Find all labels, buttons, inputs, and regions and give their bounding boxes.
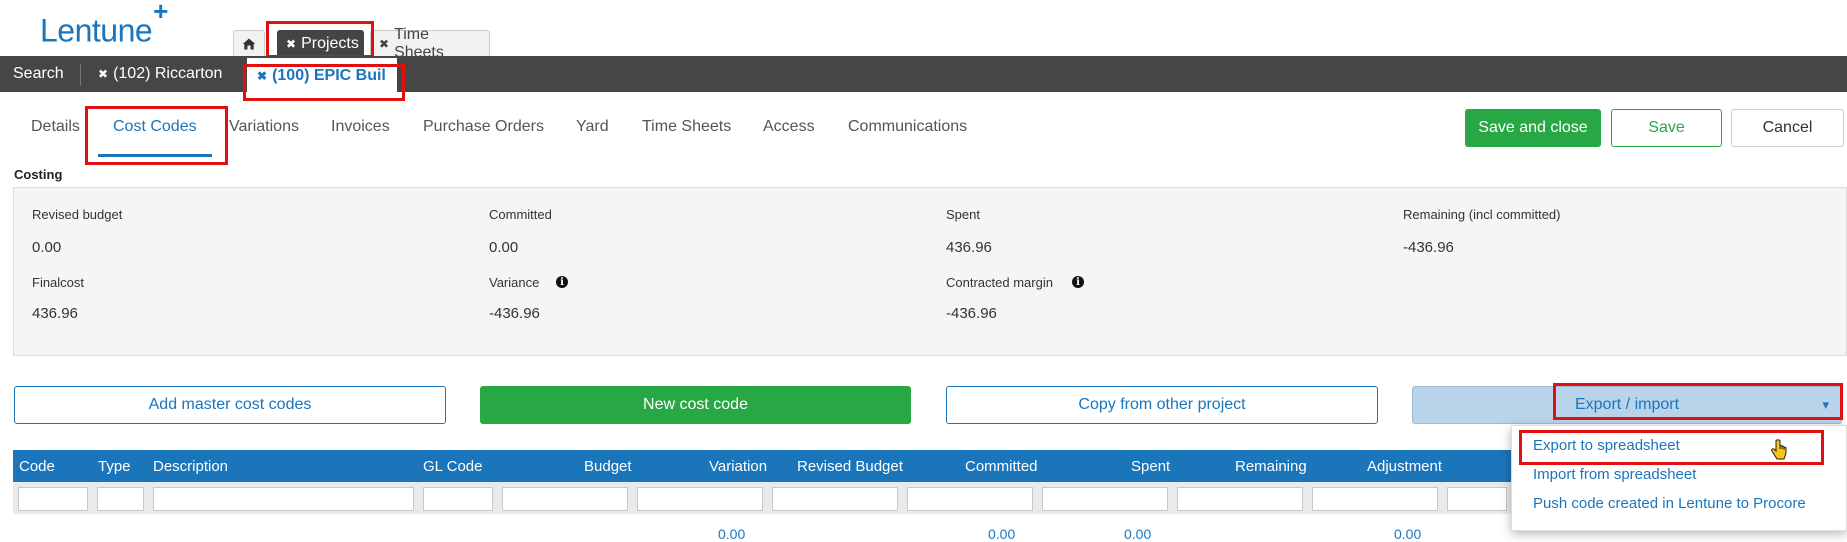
col-gl-code[interactable]: GL Code [423,450,482,482]
revised-budget-value: 0.00 [32,239,62,256]
caret-down-icon: ▾ [1822,397,1829,412]
contracted-margin-value: -436.96 [946,305,997,322]
col-remaining[interactable]: Remaining [1235,450,1307,482]
tab-invoices[interactable]: Invoices [331,118,390,136]
filter-revised-budget-input[interactable] [772,487,898,511]
close-icon[interactable]: ✖ [379,37,389,51]
filter-type-input[interactable] [97,487,144,511]
export-to-spreadsheet-item[interactable]: Export to spreadsheet [1533,437,1680,454]
committed-label: Committed [489,207,552,222]
home-icon [242,38,256,49]
col-description[interactable]: Description [153,450,228,482]
home-tab[interactable] [233,30,265,56]
filter-adjustment-input[interactable] [1312,487,1438,511]
filter-remaining-input[interactable] [1177,487,1303,511]
tab-projects[interactable]: ✖ Projects [277,30,364,56]
col-code[interactable]: Code [19,450,55,482]
tab-purchase-orders[interactable]: Purchase Orders [423,118,544,136]
col-type[interactable]: Type [98,450,131,482]
col-committed[interactable]: Committed [965,450,1038,482]
filter-description-input[interactable] [153,487,414,511]
filter-gl-code-input[interactable] [423,487,493,511]
info-icon[interactable]: i [556,276,568,288]
push-to-procore-item[interactable]: Push code created in Lentune to Procore [1533,495,1806,512]
record-tab-riccarton[interactable]: ✖ (102) Riccarton [98,56,222,92]
divider [80,64,81,86]
col-adjustment[interactable]: Adjustment [1367,450,1442,482]
col-revised-budget[interactable]: Revised Budget [797,450,903,482]
active-tab-underline [98,154,212,157]
new-cost-code-button[interactable]: New cost code [480,386,911,424]
variance-label: Variance [489,275,540,290]
info-icon[interactable]: i [1072,276,1084,288]
search-tab[interactable]: Search [13,56,64,92]
costing-panel [13,187,1847,356]
filter-variation-input[interactable] [637,487,763,511]
filter-committed-input[interactable] [907,487,1033,511]
row-value: 0.00 [1124,526,1152,542]
filter-extra-input[interactable] [1447,487,1507,511]
tab-communications[interactable]: Communications [848,118,967,136]
tab-yard[interactable]: Yard [576,118,609,136]
finalcost-label: Finalcost [32,275,85,290]
cancel-button[interactable]: Cancel [1731,109,1844,147]
variance-value: -436.96 [489,305,540,322]
tab-access[interactable]: Access [763,118,815,136]
filter-budget-input[interactable] [502,487,628,511]
remaining-value: -436.96 [1403,239,1454,256]
costing-title: Costing [14,167,63,182]
save-and-close-button[interactable]: Save and close [1465,109,1601,147]
close-icon[interactable]: ✖ [257,69,267,83]
finalcost-value: 436.96 [32,305,78,322]
copy-from-other-project-button[interactable]: Copy from other project [946,386,1378,424]
add-master-cost-codes-button[interactable]: Add master cost codes [14,386,446,424]
tab-variations[interactable]: Variations [229,118,299,136]
tab-cost-codes[interactable]: Cost Codes [113,118,197,136]
hand-cursor-icon [1771,439,1787,460]
close-icon[interactable]: ✖ [98,67,108,81]
tab-details[interactable]: Details [31,118,80,136]
row-value: 0.00 [718,526,746,542]
col-variation[interactable]: Variation [709,450,767,482]
close-icon[interactable]: ✖ [286,37,296,51]
record-tab-epic[interactable]: ✖ (100) EPIC Buil [247,58,397,94]
row-value: 0.00 [988,526,1016,542]
tab-time-sheets-sub[interactable]: Time Sheets [642,118,731,136]
remaining-label: Remaining (incl committed) [1403,207,1561,222]
filter-code-input[interactable] [18,487,88,511]
filter-spent-input[interactable] [1042,487,1168,511]
import-from-spreadsheet-item[interactable]: Import from spreadsheet [1533,466,1696,483]
committed-value: 0.00 [489,239,519,256]
spent-label: Spent [946,207,980,222]
lentune-logo: Lentune+ [40,0,168,49]
save-button[interactable]: Save [1611,109,1722,147]
contracted-margin-label: Contracted margin [946,275,1053,290]
col-budget[interactable]: Budget [584,450,632,482]
tab-time-sheets[interactable]: ✖ Time Sheets [370,26,490,61]
spent-value: 436.96 [946,239,992,256]
export-import-button[interactable]: Export / import ▾ [1412,386,1842,424]
row-value: 0.00 [1394,526,1422,542]
col-spent[interactable]: Spent [1131,450,1170,482]
revised-budget-label: Revised budget [32,207,123,222]
